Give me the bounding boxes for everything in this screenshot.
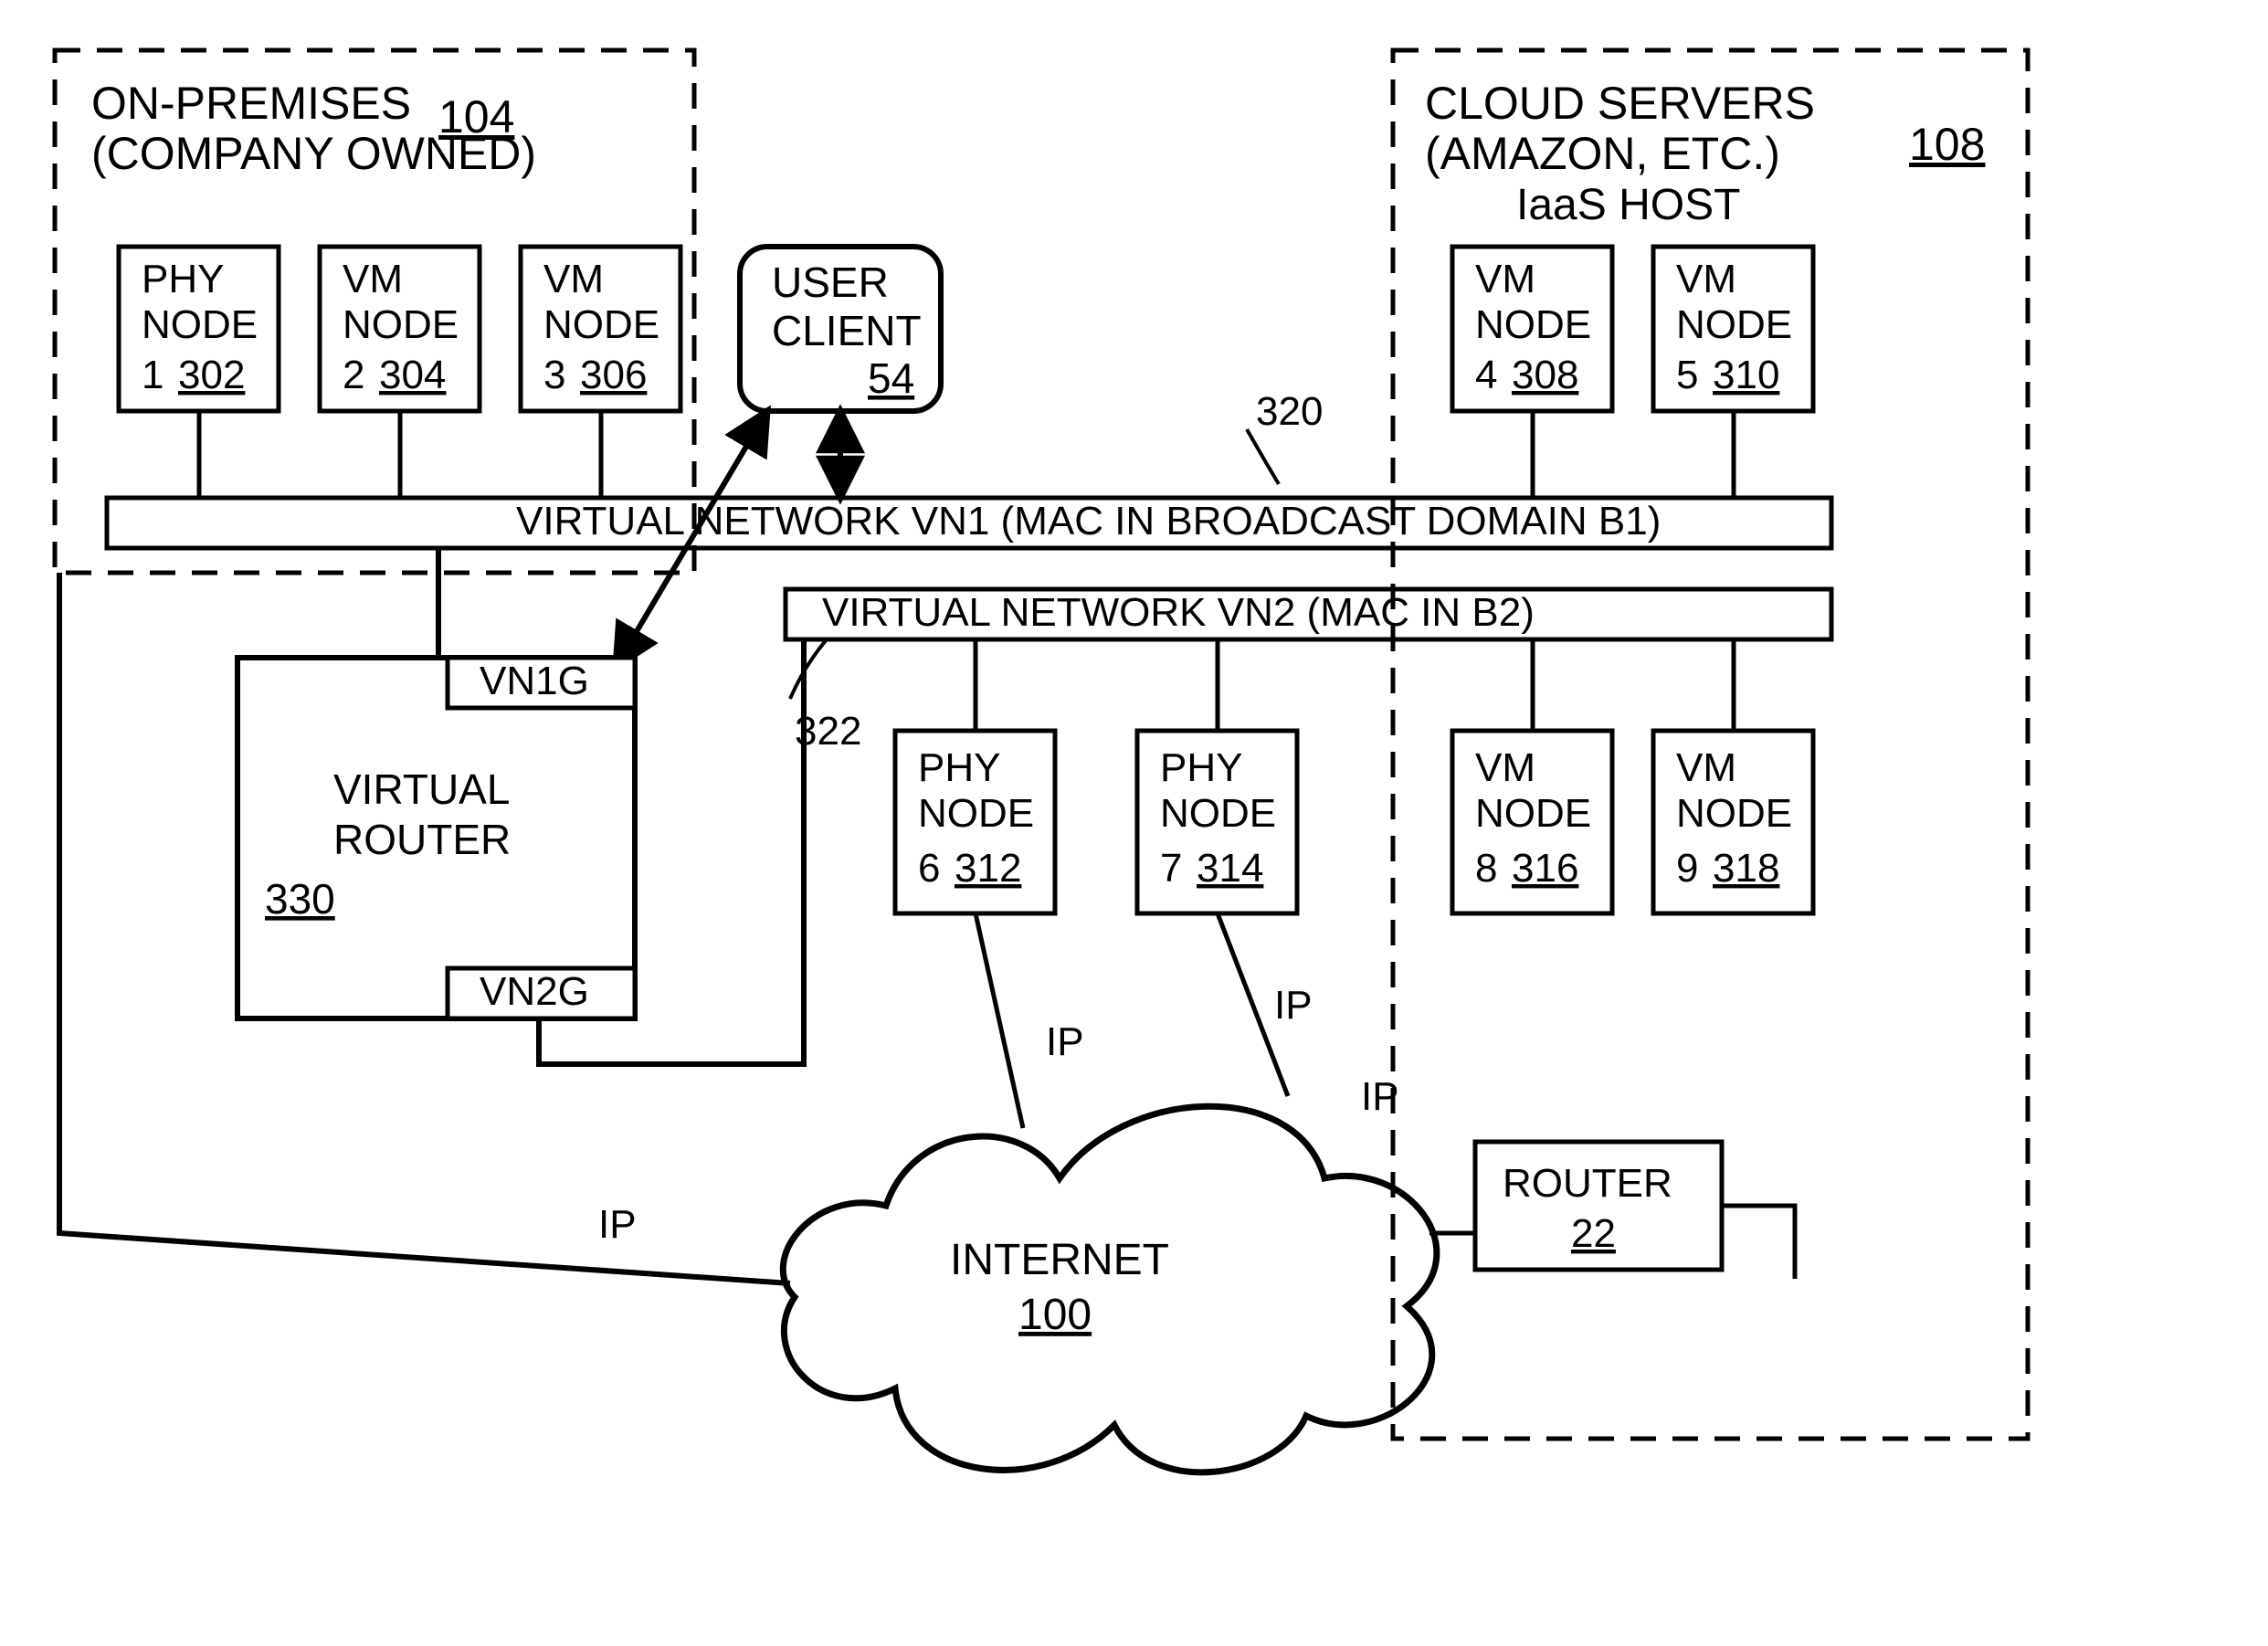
node4-num: 4 <box>1475 353 1497 397</box>
node8-l1: VM <box>1475 745 1535 790</box>
vn1-label: VIRTUAL NETWORK VN1 (MAC IN BROADCAST DO… <box>516 499 1661 543</box>
node9-l1: VM <box>1676 745 1736 790</box>
phy-node-6: PHY NODE 6 312 <box>895 731 1055 913</box>
virtual-router: VN1G VN2G VIRTUAL ROUTER 330 <box>237 658 635 1018</box>
onprem-internet-conn <box>59 573 790 1283</box>
vm-node-3: VM NODE 3 306 <box>521 247 680 411</box>
ip-label-a: IP <box>1046 1019 1084 1064</box>
ip-label-d: IP <box>598 1202 637 1247</box>
node2-num: 2 <box>343 353 364 397</box>
node3-l2: NODE <box>543 302 659 347</box>
user-client: USER CLIENT 54 <box>740 247 941 411</box>
vn2-label: VIRTUAL NETWORK VN2 (MAC IN B2) <box>822 590 1535 635</box>
onprem-ref: 104 <box>438 91 514 142</box>
node3-ref: 306 <box>580 353 647 397</box>
vm-node-2: VM NODE 2 304 <box>320 247 480 411</box>
user-client-l2: CLIENT <box>772 307 922 354</box>
vn2-ref-leader <box>790 639 827 699</box>
router-ref: 22 <box>1571 1211 1616 1256</box>
cloud-ref: 108 <box>1909 119 1985 170</box>
vm-node-8: VM NODE 8 316 <box>1452 731 1612 913</box>
node3-num: 3 <box>543 353 565 397</box>
node7-l2: NODE <box>1160 791 1276 836</box>
node7-ref: 314 <box>1197 846 1263 891</box>
user-client-l1: USER <box>772 259 889 306</box>
node6-l1: PHY <box>918 745 1000 790</box>
vn1g-label: VN1G <box>480 659 589 703</box>
internet-ref: 100 <box>1018 1291 1092 1339</box>
vm-node-5: VM NODE 5 310 <box>1653 247 1813 411</box>
vn2g-label: VN2G <box>480 969 589 1014</box>
node9-num: 9 <box>1676 846 1698 891</box>
node4-ref: 308 <box>1512 353 1578 397</box>
internet-cloud <box>783 1106 1437 1472</box>
node2-ref: 304 <box>379 353 446 397</box>
node1-ref: 302 <box>178 353 245 397</box>
node6-to-internet <box>976 913 1023 1128</box>
node3-l1: VM <box>543 257 604 301</box>
phy-node-7: PHY NODE 7 314 <box>1137 731 1297 913</box>
vrouter-l2: ROUTER <box>333 816 511 863</box>
router-label: ROUTER <box>1503 1161 1672 1206</box>
node1-l1: PHY <box>142 257 224 301</box>
phy-node-1: PHY NODE 1 302 <box>119 247 279 411</box>
node5-l1: VM <box>1676 257 1736 301</box>
node8-ref: 316 <box>1512 846 1578 891</box>
node4-l1: VM <box>1475 257 1535 301</box>
vrouter-l1: VIRTUAL <box>333 765 510 813</box>
vm-node-9: VM NODE 9 318 <box>1653 731 1813 913</box>
node1-num: 1 <box>142 353 164 397</box>
node8-l2: NODE <box>1475 791 1591 836</box>
node7-l1: PHY <box>1160 745 1242 790</box>
user-client-ref: 54 <box>868 354 914 402</box>
cloud-title2: (AMAZON, ETC.) <box>1425 128 1780 179</box>
router: ROUTER 22 <box>1475 1142 1722 1270</box>
router-out-conn <box>1722 1206 1795 1279</box>
internet-label: INTERNET <box>950 1236 1169 1284</box>
vn1-ref-leader <box>1247 429 1279 484</box>
node6-num: 6 <box>918 846 940 891</box>
ip-label-b: IP <box>1274 983 1313 1028</box>
node5-num: 5 <box>1676 353 1698 397</box>
node8-num: 8 <box>1475 846 1497 891</box>
node9-l2: NODE <box>1676 791 1792 836</box>
cloud-title3: IaaS HOST <box>1516 181 1740 229</box>
node9-ref: 318 <box>1713 846 1779 891</box>
node2-l1: VM <box>343 257 403 301</box>
vrouter-ref: 330 <box>265 875 335 923</box>
ip-label-c: IP <box>1361 1074 1399 1119</box>
cloud-title1: CLOUD SERVERS <box>1425 78 1815 129</box>
node5-l2: NODE <box>1676 302 1792 347</box>
node2-l2: NODE <box>343 302 459 347</box>
node4-l2: NODE <box>1475 302 1591 347</box>
node7-num: 7 <box>1160 846 1182 891</box>
node5-ref: 310 <box>1713 353 1779 397</box>
node1-l2: NODE <box>142 302 258 347</box>
node6-ref: 312 <box>955 846 1021 891</box>
onprem-title1: ON-PREMISES <box>91 78 411 129</box>
vm-node-4: VM NODE 4 308 <box>1452 247 1612 411</box>
vn1-ref: 320 <box>1256 389 1323 434</box>
node6-l2: NODE <box>918 791 1034 836</box>
